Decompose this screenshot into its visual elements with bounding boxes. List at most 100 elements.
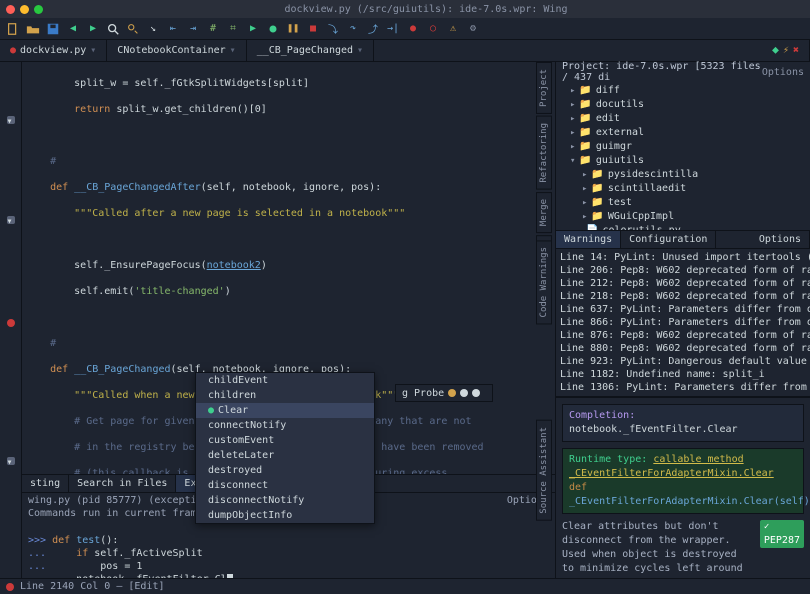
tree-row[interactable]: ▾📁guiutils	[560, 154, 810, 168]
uncomment-icon[interactable]: ⌗	[226, 22, 240, 36]
warning-item[interactable]: Line 1306: PyLint: Parameters differ fro…	[560, 381, 806, 394]
warnings-tab[interactable]: Warnings	[556, 231, 621, 248]
editor-gutter: ▾ ▾ ▾	[0, 62, 22, 578]
warning-item[interactable]: Line 1182: Undefined name: split_i	[560, 368, 806, 381]
pager-dot[interactable]	[448, 389, 456, 397]
back-icon[interactable]: ◀	[66, 22, 80, 36]
tree-row[interactable]: ▸📁diff	[560, 84, 810, 98]
warnings-options-link[interactable]: Options	[751, 231, 810, 248]
pep-badge[interactable]: ✓ PEP287	[760, 520, 804, 548]
document-icon[interactable]	[6, 22, 20, 36]
warning-item[interactable]: Line 923: PyLint: Dangerous default valu…	[560, 355, 806, 368]
warning-item[interactable]: Line 866: PyLint: Parameters differ from…	[560, 316, 806, 329]
clear-bp-icon[interactable]: ○	[426, 22, 440, 36]
fold-marker[interactable]: ▾	[7, 116, 15, 124]
completion-item[interactable]: deleteLater	[196, 448, 374, 463]
tree-row[interactable]: ▸📁edit	[560, 112, 810, 126]
completion-item[interactable]: connectNotify	[196, 418, 374, 433]
sig-name: _CEventFilterForAdapterMixin.Clear	[569, 496, 774, 507]
shell-tab-testing[interactable]: sting	[22, 475, 69, 492]
tree-row[interactable]: ▸📁test	[560, 196, 810, 210]
indent-left-icon[interactable]: ⇤	[166, 22, 180, 36]
breadcrumb-method[interactable]: __CB_PageChanged▾	[247, 40, 374, 61]
warning-item[interactable]: Line 637: PyLint: Parameters differ from…	[560, 303, 806, 316]
warning-item[interactable]: Line 876: Pep8: W602 deprecated form of …	[560, 329, 806, 342]
tree-row[interactable]: ▸📁WGuiCppImpl	[560, 210, 810, 224]
completion-item[interactable]: disconnectNotify	[196, 493, 374, 508]
warnings-list[interactable]: Line 14: PyLint: Unused import itertools…	[556, 249, 810, 396]
runtime-qualified-name[interactable]: _CEventFilterForAdapterMixin.Clear	[569, 468, 774, 479]
indent-right-icon[interactable]: ⇥	[186, 22, 200, 36]
breakpoint-marker[interactable]	[7, 319, 15, 327]
tree-row[interactable]: ▸📁docutils	[560, 98, 810, 112]
comment-icon[interactable]: #	[206, 22, 220, 36]
step-over-icon[interactable]: ↷	[346, 22, 360, 36]
autocomplete-popup[interactable]: childEventchildren●ClearconnectNotifycus…	[195, 372, 375, 524]
source-assistant-panel: Completion: notebook._fEventFilter.Clear…	[556, 397, 810, 578]
stop-icon[interactable]: ■	[306, 22, 320, 36]
pager-dot[interactable]	[460, 389, 468, 397]
side-tab-refactoring[interactable]: Refactoring	[536, 116, 552, 190]
window-maximize-button[interactable]	[34, 5, 43, 14]
play-icon[interactable]: ▶	[246, 22, 260, 36]
breadcrumb-file[interactable]: ●dockview.py▾	[0, 40, 107, 61]
code-warnings-panel: Warnings Configuration Options Line 14: …	[556, 231, 810, 397]
breakpoint-icon[interactable]: ●	[406, 22, 420, 36]
configuration-tab[interactable]: Configuration	[621, 231, 716, 248]
pager-dot[interactable]	[472, 389, 480, 397]
window-close-button[interactable]	[6, 5, 15, 14]
completion-item[interactable]: dumpObjectInfo	[196, 508, 374, 523]
forward-icon[interactable]: ▶	[86, 22, 100, 36]
pause-icon[interactable]: ❚❚	[286, 22, 300, 36]
warning-item[interactable]: Line 218: Pep8: W602 deprecated form of …	[560, 290, 806, 303]
sig-def-keyword: def	[569, 482, 587, 493]
project-header: Project: ide-7.0s.wpr [5323 files / 437 …	[562, 61, 762, 83]
probe-tab-strip[interactable]: g Probe	[395, 384, 493, 402]
completion-item[interactable]: customEvent	[196, 433, 374, 448]
search-icon[interactable]	[106, 22, 120, 36]
run-to-cursor-icon[interactable]: →|	[386, 22, 400, 36]
warning-item[interactable]: Line 206: Pep8: W602 deprecated form of …	[560, 264, 806, 277]
goto-icon[interactable]: ↘	[146, 22, 160, 36]
status-bar: Line 2140 Col 0 – [Edit]	[0, 578, 810, 594]
warning-item[interactable]: Line 14: PyLint: Unused import itertools…	[560, 251, 806, 264]
side-tab-code-warnings[interactable]: Code Warnings	[536, 240, 552, 324]
debug-icon[interactable]	[266, 22, 280, 36]
fold-marker[interactable]: ▾	[7, 457, 15, 465]
doc-description: Clear attributes but don't disconnect fr…	[562, 520, 754, 576]
window-minimize-button[interactable]	[20, 5, 29, 14]
side-tab-source-assistant[interactable]: Source Assistant	[536, 420, 552, 521]
completion-item[interactable]: childEvent	[196, 373, 374, 388]
warning-item[interactable]: Line 880: Pep8: W602 deprecated form of …	[560, 342, 806, 355]
exception-icon[interactable]: ⚠	[446, 22, 460, 36]
config-icon[interactable]: ⚙	[466, 22, 480, 36]
search-replace-icon[interactable]	[126, 22, 140, 36]
cursor-position: Line 2140 Col 0 – [Edit]	[20, 581, 165, 592]
runtime-type-value[interactable]: callable method	[653, 454, 743, 465]
tree-row[interactable]: 📄colorutils.py	[560, 224, 810, 230]
tree-row[interactable]: ▸📁external	[560, 126, 810, 140]
project-options-link[interactable]: Options	[762, 67, 804, 78]
side-tab-project[interactable]: Project	[536, 62, 552, 114]
completion-item[interactable]: disconnect	[196, 478, 374, 493]
completion-item[interactable]: ●Clear	[196, 403, 374, 418]
breadcrumb-class[interactable]: CNotebookContainer▾	[107, 40, 246, 61]
debug-probe-input[interactable]: >>> def test(): ... if self._fActiveSpli…	[22, 519, 555, 578]
step-in-icon[interactable]: ⤵	[326, 22, 340, 36]
tree-row[interactable]: ▸📁scintillaedit	[560, 182, 810, 196]
project-panel: Project: ide-7.0s.wpr [5323 files / 437 …	[556, 62, 810, 231]
folder-open-icon[interactable]	[26, 22, 40, 36]
warning-item[interactable]: Line 212: Pep8: W602 deprecated form of …	[560, 277, 806, 290]
save-icon[interactable]	[46, 22, 60, 36]
completion-item[interactable]: destroyed	[196, 463, 374, 478]
breadcrumb-tools[interactable]: ⬥⚡✖	[762, 40, 810, 61]
shell-tab-search-in-files[interactable]: Search in Files	[69, 475, 176, 492]
side-tab-merge[interactable]: Merge	[536, 192, 552, 233]
fold-marker[interactable]: ▾	[7, 216, 15, 224]
tree-row[interactable]: ▸📁guimgr	[560, 140, 810, 154]
completion-item[interactable]: children	[196, 388, 374, 403]
project-tree[interactable]: ▸📁diff▸📁docutils▸📁edit▸📁external▸📁guimgr…	[556, 82, 810, 230]
step-out-icon[interactable]: ⤴	[366, 22, 380, 36]
tree-row[interactable]: ▸📁pysidescintilla	[560, 168, 810, 182]
completion-value: notebook._fEventFilter.Clear	[569, 424, 738, 435]
